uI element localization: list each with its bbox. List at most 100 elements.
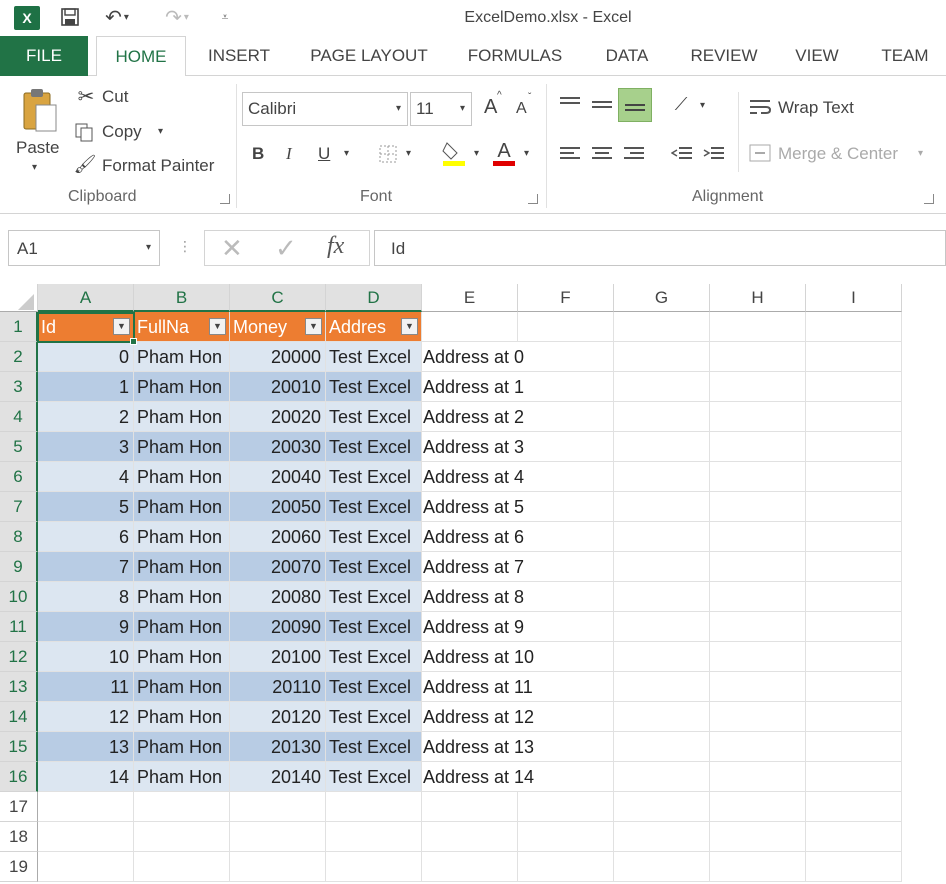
fullname-cell[interactable]: Pham Hon [134,402,230,432]
address-cell[interactable]: Test Excel [326,342,422,372]
empty-cell[interactable] [518,312,614,342]
empty-cell[interactable] [326,852,422,882]
address-cell[interactable]: Test Excel [326,702,422,732]
money-cell[interactable]: 20050 [230,492,326,522]
empty-cell[interactable] [710,852,806,882]
row-header[interactable]: 1 [0,312,38,342]
italic-button[interactable]: I [286,144,292,164]
row-header[interactable]: 10 [0,582,38,612]
row-header[interactable]: 15 [0,732,38,762]
address-cell[interactable]: Test Excel [326,432,422,462]
tab-view[interactable]: VIEW [788,36,846,76]
increase-indent-icon[interactable] [700,140,728,168]
money-cell[interactable]: 20010 [230,372,326,402]
empty-cell[interactable] [614,432,710,462]
orientation-dropdown-icon[interactable]: ▾ [700,100,705,111]
fullname-cell[interactable]: Pham Hon [134,522,230,552]
id-cell[interactable]: 2 [38,402,134,432]
fill-handle[interactable] [130,338,137,345]
empty-cell[interactable] [614,612,710,642]
alignment-launcher-icon[interactable] [924,194,934,204]
empty-cell[interactable] [806,762,902,792]
tab-formulas[interactable]: FORMULAS [464,36,566,76]
fullname-cell[interactable]: Pham Hon [134,732,230,762]
empty-cell[interactable] [518,852,614,882]
empty-cell[interactable] [614,402,710,432]
bottom-align-icon[interactable] [618,88,652,122]
empty-cell[interactable] [710,342,806,372]
empty-cell[interactable] [614,822,710,852]
grow-font-button[interactable]: A [484,96,497,119]
font-launcher-icon[interactable] [528,194,538,204]
row-header[interactable]: 11 [0,612,38,642]
tab-insert[interactable]: INSERT [204,36,274,76]
row-header[interactable]: 3 [0,372,38,402]
filter-dropdown-icon[interactable]: ▼ [401,318,418,335]
empty-cell[interactable] [806,792,902,822]
empty-cell[interactable] [806,642,902,672]
empty-cell[interactable] [422,852,518,882]
address-overflow-cell[interactable]: Address at 11 [422,672,614,702]
money-cell[interactable]: 20100 [230,642,326,672]
empty-cell[interactable] [806,492,902,522]
cut-button[interactable]: Cut [102,87,128,107]
font-color-icon[interactable]: A [490,138,518,168]
id-cell[interactable]: 8 [38,582,134,612]
money-cell[interactable]: 20130 [230,732,326,762]
name-box[interactable]: A1 ▾ [8,230,160,266]
empty-cell[interactable] [38,792,134,822]
tab-home[interactable]: HOME [96,36,186,77]
empty-cell[interactable] [710,822,806,852]
insert-function-button[interactable]: fx [327,233,344,260]
address-overflow-cell[interactable]: Address at 5 [422,492,614,522]
empty-cell[interactable] [710,402,806,432]
empty-cell[interactable] [422,792,518,822]
row-header[interactable]: 18 [0,822,38,852]
empty-cell[interactable] [614,792,710,822]
row-header[interactable]: 16 [0,762,38,792]
format-painter-button[interactable]: Format Painter [102,156,214,176]
empty-cell[interactable] [614,732,710,762]
id-cell[interactable]: 9 [38,612,134,642]
underline-dropdown-icon[interactable]: ▾ [344,148,349,159]
filter-dropdown-icon[interactable]: ▼ [209,318,226,335]
empty-cell[interactable] [806,732,902,762]
copy-icon[interactable] [72,120,96,144]
id-cell[interactable]: 4 [38,462,134,492]
empty-cell[interactable] [710,672,806,702]
row-header[interactable]: 4 [0,402,38,432]
empty-cell[interactable] [614,552,710,582]
row-header[interactable]: 8 [0,522,38,552]
address-cell[interactable]: Test Excel [326,522,422,552]
empty-cell[interactable] [518,792,614,822]
empty-cell[interactable] [806,342,902,372]
address-cell[interactable]: Test Excel [326,582,422,612]
id-cell[interactable]: 0 [38,342,134,372]
fill-color-icon[interactable] [440,138,468,168]
empty-cell[interactable] [806,432,902,462]
empty-cell[interactable] [326,792,422,822]
borders-icon[interactable] [376,142,400,166]
format-painter-icon[interactable]: 🖌 [72,152,98,176]
id-cell[interactable]: 10 [38,642,134,672]
column-header-e[interactable]: E [422,284,518,312]
empty-cell[interactable] [806,852,902,882]
empty-cell[interactable] [422,312,518,342]
top-align-icon[interactable] [556,90,584,118]
address-overflow-cell[interactable]: Address at 10 [422,642,614,672]
empty-cell[interactable] [806,552,902,582]
empty-cell[interactable] [614,342,710,372]
address-cell[interactable]: Test Excel [326,672,422,702]
empty-cell[interactable] [806,702,902,732]
chevron-down-icon[interactable]: ▾ [460,103,465,114]
row-header[interactable]: 9 [0,552,38,582]
address-overflow-cell[interactable]: Address at 6 [422,522,614,552]
id-cell[interactable]: 6 [38,522,134,552]
address-overflow-cell[interactable]: Address at 14 [422,762,614,792]
money-cell[interactable]: 20080 [230,582,326,612]
empty-cell[interactable] [614,762,710,792]
money-cell[interactable]: 20070 [230,552,326,582]
fullname-cell[interactable]: Pham Hon [134,672,230,702]
tab-team[interactable]: TEAM [872,36,938,76]
paste-dropdown-icon[interactable]: ▾ [32,162,37,173]
